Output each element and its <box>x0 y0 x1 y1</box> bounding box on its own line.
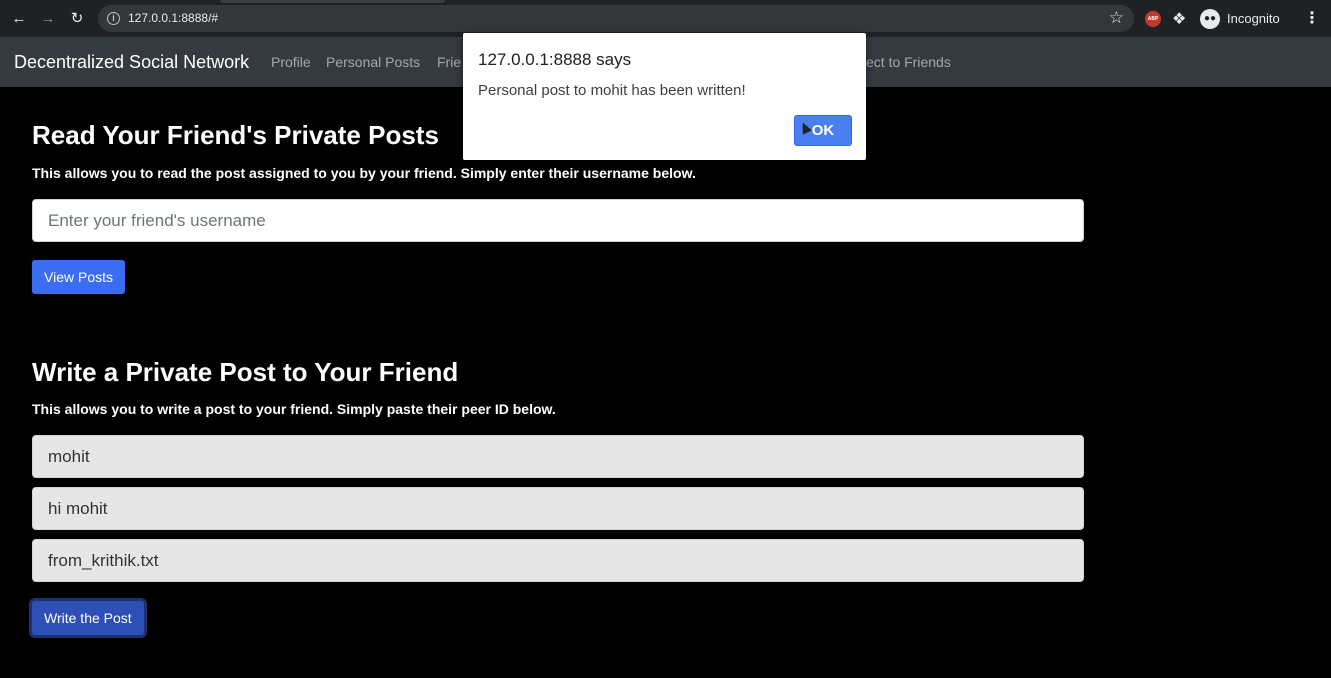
nav-link-profile[interactable]: Profile <box>271 54 311 70</box>
incognito-label: Incognito <box>1227 11 1280 26</box>
back-icon[interactable]: ← <box>9 9 29 29</box>
recipient-input[interactable] <box>32 435 1084 478</box>
friend-username-input[interactable] <box>32 199 1084 242</box>
puzzle-icon[interactable]: ❖ <box>1172 9 1186 29</box>
read-section-description: This allows you to read the post assigne… <box>32 165 696 181</box>
more-vertical-icon[interactable]: ⋮ <box>1304 8 1320 28</box>
filename-input[interactable] <box>32 539 1084 582</box>
write-post-button[interactable]: Write the Post <box>32 601 144 635</box>
address-url[interactable]: 127.0.0.1:8888/# <box>128 11 218 25</box>
incognito-icon: ●● <box>1200 9 1220 29</box>
write-section-title: Write a Private Post to Your Friend <box>32 357 459 387</box>
nav-link-friends[interactable]: Frie <box>437 54 461 70</box>
dialog-message: Personal post to mohit has been written! <box>478 82 746 99</box>
address-bar[interactable]: i 127.0.0.1:8888/# ☆ <box>98 5 1134 32</box>
info-icon[interactable]: i <box>107 12 120 25</box>
navbar-brand[interactable]: Decentralized Social Network <box>14 52 249 73</box>
nav-link-personal-posts[interactable]: Personal Posts <box>326 54 420 70</box>
tab-strip-edge <box>220 0 445 3</box>
message-input[interactable] <box>32 487 1084 530</box>
abp-icon[interactable]: ABP <box>1145 11 1161 27</box>
star-icon[interactable]: ☆ <box>1109 8 1124 28</box>
read-section-title: Read Your Friend's Private Posts <box>32 120 439 150</box>
browser-toolbar: ← → ↻ i 127.0.0.1:8888/# ☆ ABP ❖ ●● Inco… <box>0 0 1331 37</box>
view-posts-button[interactable]: View Posts <box>32 260 125 294</box>
dialog-title: 127.0.0.1:8888 says <box>478 50 632 69</box>
forward-icon[interactable]: → <box>38 9 58 29</box>
nav-link-connect-to-friends[interactable]: ect to Friends <box>866 54 951 70</box>
reload-icon[interactable]: ↻ <box>67 9 87 29</box>
alert-dialog: 127.0.0.1:8888 says Personal post to moh… <box>463 33 866 160</box>
incognito-indicator[interactable]: ●● Incognito <box>1200 8 1296 30</box>
write-section-description: This allows you to write a post to your … <box>32 401 556 417</box>
